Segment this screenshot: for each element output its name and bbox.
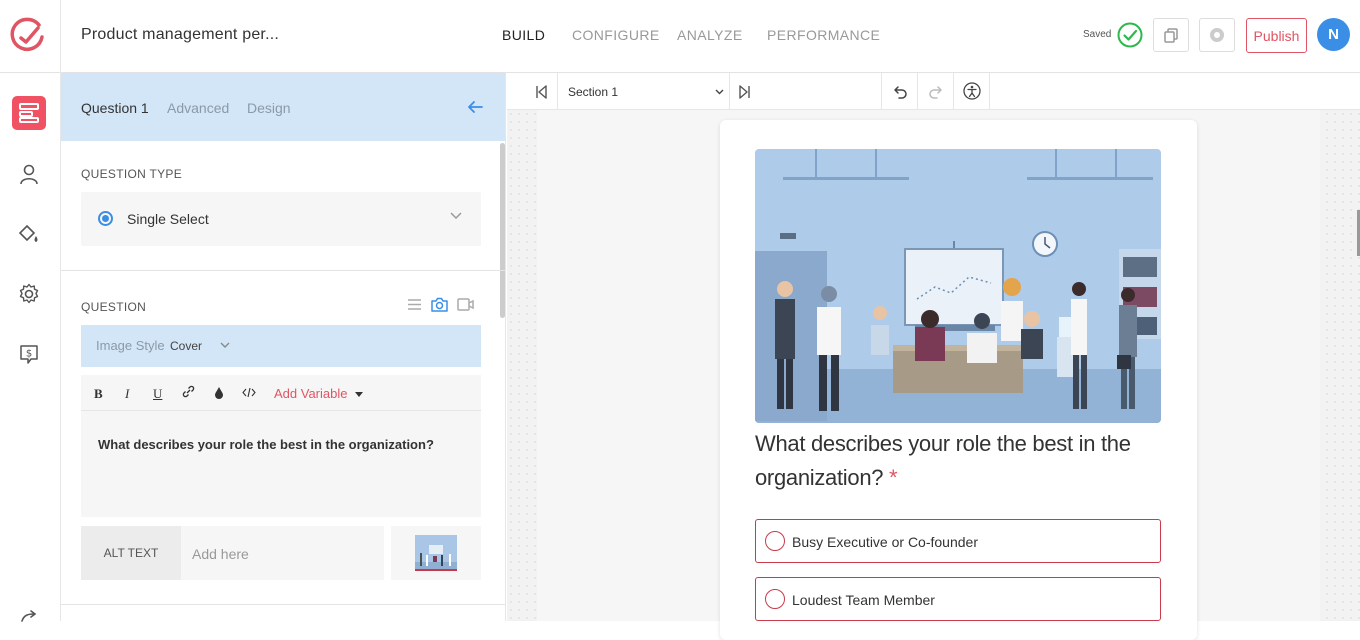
tab-advanced[interactable]: Advanced bbox=[167, 100, 229, 116]
image-style-value: Cover bbox=[170, 339, 203, 353]
gear-icon[interactable] bbox=[12, 277, 46, 311]
link-icon[interactable] bbox=[182, 385, 195, 398]
section-select-value: Section 1 bbox=[568, 85, 619, 99]
nav-configure[interactable]: CONFIGURE bbox=[572, 27, 660, 43]
top-bar: Product management per... BUILD CONFIGUR… bbox=[0, 0, 1360, 73]
section-select[interactable]: Section 1 bbox=[558, 73, 730, 110]
saved-check-icon bbox=[1117, 22, 1143, 48]
question-text: What describes your role the best in the… bbox=[98, 437, 434, 452]
canvas-page: What describes your role the best in the… bbox=[537, 110, 1320, 640]
answer-option[interactable]: Loudest Team Member bbox=[755, 577, 1161, 621]
alt-text-label: ALT TEXT bbox=[81, 526, 181, 580]
chevron-down-icon bbox=[450, 212, 462, 220]
question-image[interactable] bbox=[755, 149, 1161, 423]
accessibility-icon bbox=[963, 82, 981, 100]
accessibility-button[interactable] bbox=[954, 73, 990, 110]
form-builder-icon[interactable] bbox=[12, 96, 46, 130]
pricing-icon[interactable]: $ bbox=[12, 337, 46, 371]
question-title: What describes your role the best in the… bbox=[755, 427, 1155, 495]
undo-icon bbox=[894, 86, 907, 99]
form-preview-card: What describes your role the best in the… bbox=[720, 120, 1197, 640]
form-canvas: What describes your role the best in the… bbox=[507, 110, 1360, 640]
video-icon[interactable] bbox=[457, 297, 474, 312]
rich-text-toolbar: B I U Add Variable bbox=[81, 375, 481, 411]
form-title[interactable]: Product management per... bbox=[81, 26, 279, 44]
required-asterisk: * bbox=[889, 465, 898, 490]
redo-button[interactable] bbox=[918, 73, 954, 110]
question-media-icons bbox=[407, 297, 474, 312]
header-divider bbox=[60, 0, 61, 73]
first-section-button[interactable] bbox=[507, 73, 558, 110]
copy-icon bbox=[1164, 28, 1178, 43]
question-label: QUESTION bbox=[81, 300, 147, 314]
camera-icon[interactable] bbox=[431, 297, 448, 312]
panel-scrollbar[interactable] bbox=[500, 143, 505, 318]
tab-question-1[interactable]: Question 1 bbox=[81, 100, 149, 116]
saved-status-label: Saved bbox=[1083, 29, 1112, 40]
back-arrow-icon[interactable] bbox=[466, 99, 484, 115]
image-style-label: Image Style bbox=[96, 338, 165, 353]
answer-option-label: Loudest Team Member bbox=[792, 592, 935, 608]
caret-down-icon bbox=[355, 391, 364, 397]
question-type-value: Single Select bbox=[127, 211, 209, 227]
duplicate-button[interactable] bbox=[1153, 18, 1189, 52]
alt-text-placeholder: Add here bbox=[192, 546, 249, 562]
underline-button[interactable]: U bbox=[153, 386, 162, 402]
add-variable-label: Add Variable bbox=[274, 386, 348, 401]
avatar[interactable]: N bbox=[1317, 18, 1350, 51]
publish-button[interactable]: Publish bbox=[1246, 18, 1307, 53]
answer-option-label: Busy Executive or Co-founder bbox=[792, 534, 978, 550]
add-variable-button[interactable]: Add Variable bbox=[274, 386, 364, 401]
italic-button[interactable]: I bbox=[125, 386, 129, 402]
text-format-icon[interactable] bbox=[407, 297, 422, 312]
chevron-down-icon bbox=[715, 89, 724, 95]
svg-text:$: $ bbox=[26, 349, 32, 360]
redo-icon bbox=[929, 86, 942, 99]
alt-text-input[interactable]: Add here bbox=[181, 526, 384, 580]
single-select-icon bbox=[98, 211, 113, 226]
image-style-select[interactable]: Image Style Cover bbox=[81, 325, 481, 367]
section-divider bbox=[61, 270, 505, 271]
preview-button[interactable] bbox=[1199, 18, 1235, 52]
panel-tabs: Question 1 Advanced Design bbox=[61, 73, 505, 141]
nav-build[interactable]: BUILD bbox=[502, 27, 545, 43]
question-image-thumbnail bbox=[415, 535, 457, 571]
bold-button[interactable]: B bbox=[94, 386, 103, 402]
nav-performance[interactable]: PERFORMANCE bbox=[767, 27, 880, 43]
chevron-down-icon bbox=[220, 342, 230, 349]
code-icon[interactable] bbox=[242, 387, 256, 398]
canvas-toolbar: Section 1 bbox=[507, 73, 1360, 110]
eye-icon bbox=[1210, 28, 1224, 42]
question-title-text: What describes your role the best in the… bbox=[755, 431, 1131, 490]
left-icon-rail: $ bbox=[0, 73, 61, 622]
share-icon[interactable] bbox=[12, 601, 46, 635]
color-drop-icon[interactable] bbox=[214, 386, 224, 399]
paint-bucket-icon[interactable] bbox=[12, 217, 46, 251]
radio-icon bbox=[765, 589, 785, 609]
question-text-editor[interactable]: What describes your role the best in the… bbox=[81, 411, 481, 517]
skip-forward-icon bbox=[739, 85, 750, 99]
app-logo-icon[interactable] bbox=[9, 17, 47, 55]
nav-analyze[interactable]: ANALYZE bbox=[677, 27, 743, 43]
tab-design[interactable]: Design bbox=[247, 100, 291, 116]
question-type-select[interactable]: Single Select bbox=[81, 192, 481, 246]
last-section-button[interactable] bbox=[730, 73, 882, 110]
question-settings-panel: Question 1 Advanced Design QUESTION TYPE… bbox=[61, 73, 506, 621]
undo-button[interactable] bbox=[882, 73, 918, 110]
section-divider bbox=[61, 604, 505, 605]
radio-icon bbox=[765, 531, 785, 551]
answer-option[interactable]: Busy Executive or Co-founder bbox=[755, 519, 1161, 563]
image-thumbnail-box[interactable] bbox=[391, 526, 481, 580]
question-type-label: QUESTION TYPE bbox=[81, 167, 183, 181]
skip-back-icon bbox=[536, 85, 547, 99]
user-icon[interactable] bbox=[12, 157, 46, 191]
